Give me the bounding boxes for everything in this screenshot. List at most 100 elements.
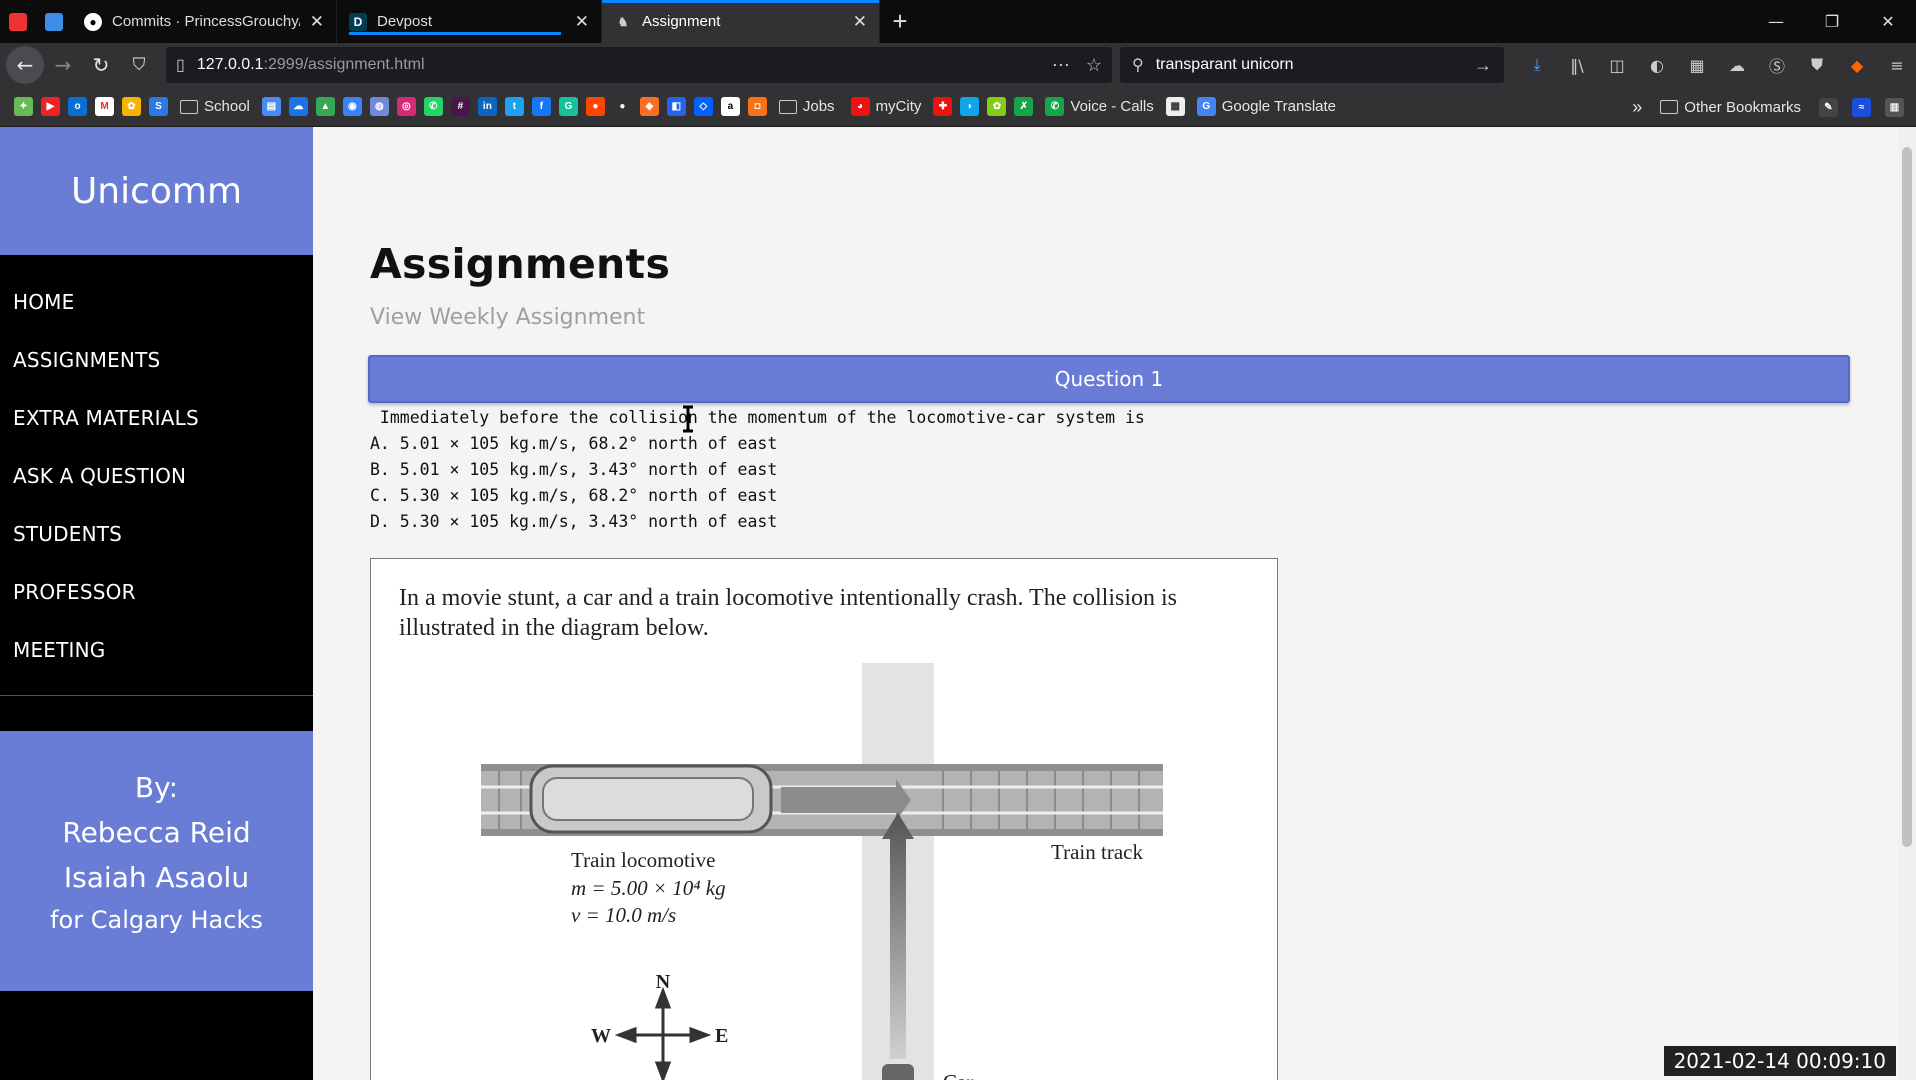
nav-students[interactable]: STUDENTS <box>0 505 313 563</box>
whatsapp-icon[interactable]: ✆ <box>423 97 443 116</box>
back-button[interactable]: ← <box>6 46 44 84</box>
gmail-icon[interactable]: M <box>95 97 114 116</box>
photos-icon[interactable]: ✿ <box>122 97 141 116</box>
calendar-icon[interactable]: ▦ <box>1165 97 1185 116</box>
tab-title: Assignment <box>642 13 721 30</box>
messenger-icon[interactable]: ◉ <box>342 97 362 116</box>
bookmark-icon[interactable]: ✦ <box>14 97 33 116</box>
pinned-tab-2[interactable] <box>36 0 72 43</box>
library-icon[interactable]: ‖\ <box>1564 52 1590 78</box>
scrollbar-thumb[interactable] <box>1902 147 1912 847</box>
nav-ask-a-question[interactable]: ASK A QUESTION <box>0 447 313 505</box>
extension-icon[interactable]: ☁ <box>1724 52 1750 78</box>
minimize-icon[interactable]: — <box>1748 0 1804 43</box>
tracking-shield-icon[interactable]: ⛉ <box>120 47 158 83</box>
twitter-icon[interactable]: t <box>504 97 524 116</box>
bookmark-folder-jobs[interactable]: Jobs <box>778 98 835 115</box>
locomotive-velocity-label: v = 10.0 m/s <box>571 903 676 927</box>
nav-meeting[interactable]: MEETING <box>0 621 313 679</box>
extension-icon[interactable]: ◐ <box>1644 52 1670 78</box>
close-icon[interactable]: ✕ <box>853 12 867 32</box>
collision-diagram: N W E S Train locomotive m = 5.00 × 10⁴ … <box>481 663 1163 1080</box>
translate-icon: G <box>1196 97 1216 116</box>
gitlab-icon[interactable]: ◆ <box>639 97 659 116</box>
answer-option-a: A. 5.01 × 105 kg.m/s, 68.2° north of eas… <box>370 434 778 453</box>
extension-icon[interactable]: ✎ <box>1819 97 1838 117</box>
outlook-icon[interactable]: o <box>68 97 87 116</box>
page-scrollbar[interactable] <box>1898 127 1916 1080</box>
reload-button[interactable]: ↻ <box>82 47 120 83</box>
bookmark-label: Other Bookmarks <box>1684 98 1801 116</box>
browser-tab-bar: ● Commits · PrincessGrouchy/Ca ✕ D Devpo… <box>0 0 1916 43</box>
search-go-icon[interactable]: → <box>1474 55 1492 76</box>
bookmark-icon[interactable]: ◗ <box>960 97 980 116</box>
grammarly-icon[interactable]: G <box>558 97 578 116</box>
credits-author-1: Rebecca Reid <box>62 816 251 849</box>
dropbox-icon[interactable]: ◇ <box>693 97 713 116</box>
bookmark-mycity[interactable]: ◕ myCity <box>850 97 921 116</box>
discord-icon[interactable]: ◍ <box>369 97 389 116</box>
reddit-icon[interactable]: ● <box>585 97 605 116</box>
extension-icon[interactable]: ≈ <box>1852 97 1871 117</box>
bookmark-folder-school[interactable]: School <box>180 98 250 115</box>
brand-logo[interactable]: Unicomm <box>0 127 313 255</box>
forward-button[interactable]: → <box>44 47 82 83</box>
menu-icon[interactable]: ≡ <box>1884 52 1910 78</box>
bookmark-label: Voice - Calls <box>1070 98 1154 115</box>
bookmark-icon[interactable]: S <box>149 97 168 116</box>
pinned-tab-1[interactable] <box>0 0 36 43</box>
extension-icon[interactable]: ◆ <box>1844 52 1870 78</box>
bookmark-icon[interactable]: ◘ <box>747 97 767 116</box>
bookmark-icon[interactable]: ✿ <box>987 97 1007 116</box>
locomotive-label: Train locomotive <box>571 848 715 872</box>
tab-github-commits[interactable]: ● Commits · PrincessGrouchy/Ca ✕ <box>72 0 337 43</box>
bookmark-voice-calls[interactable]: ✆ Voice - Calls <box>1045 97 1154 116</box>
github-icon[interactable]: ● <box>612 97 632 116</box>
drive-icon[interactable]: ▲ <box>315 97 335 116</box>
folder-icon <box>1660 100 1679 114</box>
toolbar-icons: ⤓ ‖\ ◫ ◐ ▦ ☁ Ⓢ ⛊ ◆ ≡ <box>1524 52 1910 78</box>
tab-title: Commits · PrincessGrouchy/Ca <box>112 13 300 30</box>
extension-icon[interactable]: ▦ <box>1684 52 1710 78</box>
chevron-right-icon[interactable]: » <box>1632 97 1642 118</box>
close-icon[interactable]: ✕ <box>575 12 589 32</box>
phone-icon: ✆ <box>1045 97 1065 116</box>
onedrive-icon[interactable]: ☁ <box>288 97 308 116</box>
instagram-icon[interactable]: ◎ <box>396 97 416 116</box>
close-icon[interactable]: ✕ <box>310 12 324 32</box>
nav-assignments[interactable]: ASSIGNMENTS <box>0 331 313 389</box>
question-header-button[interactable]: Question 1 <box>368 355 1850 403</box>
more-actions-icon[interactable]: ⋯ <box>1052 55 1070 76</box>
extension-icon[interactable]: ⛊ <box>1804 52 1830 78</box>
facebook-icon[interactable]: f <box>531 97 551 116</box>
extension-icon[interactable]: Ⓢ <box>1764 52 1790 78</box>
new-tab-button[interactable]: + <box>880 0 920 43</box>
nav-professor[interactable]: PROFESSOR <box>0 563 313 621</box>
page-title: Assignments <box>370 240 671 288</box>
amazon-icon[interactable]: a <box>720 97 740 116</box>
youtube-icon[interactable]: ▶ <box>41 97 60 116</box>
tab-assignment[interactable]: ♞ Assignment ✕ <box>602 0 880 43</box>
bookmark-google-translate[interactable]: G Google Translate <box>1196 97 1336 116</box>
downloads-icon[interactable]: ⤓ <box>1524 52 1550 78</box>
bookmark-star-icon[interactable]: ☆ <box>1086 55 1102 76</box>
search-input[interactable]: ⚲ transparant unicorn → <box>1120 47 1504 83</box>
linkedin-icon[interactable]: in <box>477 97 497 116</box>
sidebar-divider <box>0 695 313 696</box>
locomotive-mass-label: m = 5.00 × 10⁴ kg <box>571 876 726 900</box>
bookmark-folder-other[interactable]: Other Bookmarks <box>1660 99 1801 116</box>
nav-extra-materials[interactable]: EXTRA MATERIALS <box>0 389 313 447</box>
bookmark-icon[interactable]: ◧ <box>666 97 686 116</box>
bookmark-icon[interactable]: ✗ <box>1014 97 1034 116</box>
extension-icon[interactable]: ▥ <box>1885 97 1904 117</box>
close-window-icon[interactable]: ✕ <box>1860 0 1916 43</box>
page-info-icon[interactable]: ▯ <box>176 55 185 75</box>
nav-home[interactable]: HOME <box>0 273 313 331</box>
slack-icon[interactable]: # <box>450 97 470 116</box>
sidebar-icon[interactable]: ◫ <box>1604 52 1630 78</box>
address-bar[interactable]: ▯ 127.0.0.1 :2999/assignment.html ⋯ ☆ <box>166 47 1112 83</box>
restore-icon[interactable]: ❐ <box>1804 0 1860 43</box>
tab-devpost[interactable]: D Devpost ✕ <box>337 0 602 43</box>
bookmark-icon[interactable]: ✚ <box>933 97 953 116</box>
bookmark-icon[interactable]: ▤ <box>261 97 281 116</box>
